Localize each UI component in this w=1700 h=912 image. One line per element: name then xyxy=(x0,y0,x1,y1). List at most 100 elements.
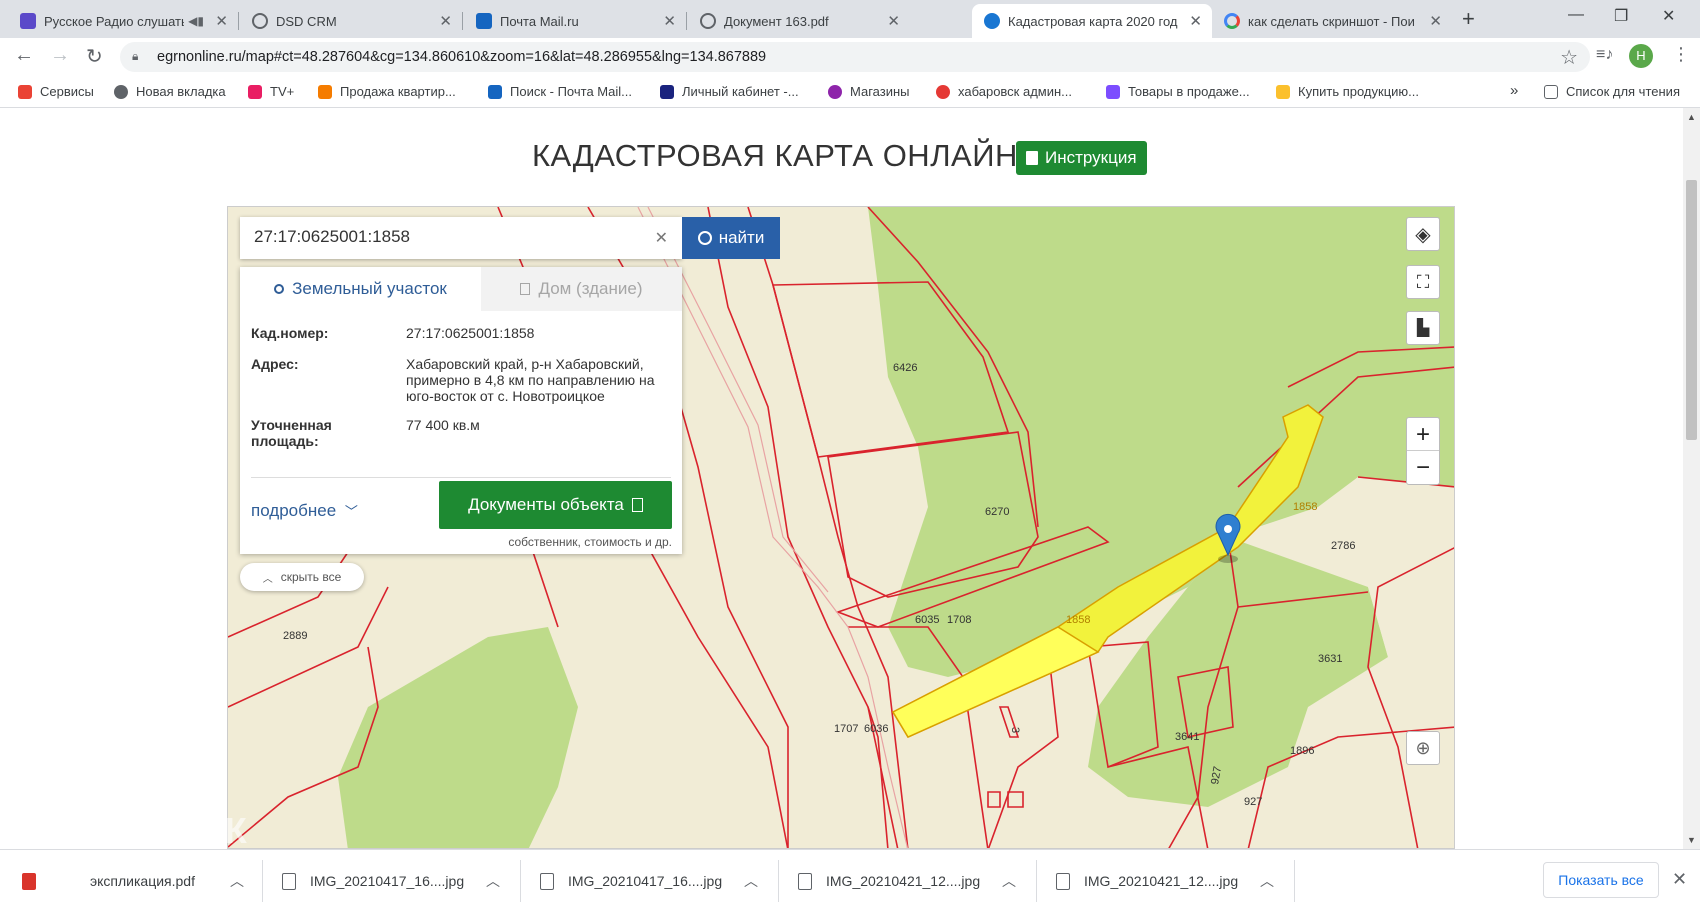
new-tab-button[interactable]: + xyxy=(1462,6,1475,32)
admin-icon xyxy=(936,84,950,99)
page-scrollbar[interactable]: ▲ ▼ xyxy=(1683,108,1700,849)
search-button-label: найти xyxy=(718,228,765,247)
minimize-button[interactable]: — xyxy=(1568,6,1584,24)
bookmark-goods[interactable]: Товары в продаже... xyxy=(1106,84,1250,99)
download-item[interactable]: IMG_20210421_12....jpg ︿ xyxy=(798,850,1038,912)
bookmark-shops[interactable]: Магазины xyxy=(828,84,910,99)
globe-icon xyxy=(114,84,128,99)
maximize-button[interactable]: ❐ xyxy=(1614,6,1628,26)
cadastral-search[interactable]: ✕ xyxy=(240,217,682,259)
bookmark-cabinet[interactable]: Личный кабинет -... xyxy=(660,84,799,99)
chevron-up-icon[interactable]: ︿ xyxy=(1260,871,1274,891)
close-downloads-icon[interactable]: ✕ xyxy=(1672,869,1687,890)
ruler-button[interactable]: ▙ xyxy=(1406,311,1440,345)
reload-icon[interactable]: ↻ xyxy=(86,44,103,69)
info-tabs: Земельный участок Дом (здание) xyxy=(240,267,682,311)
close-tab-icon[interactable]: ✕ xyxy=(1429,12,1442,30)
reading-list[interactable]: Список для чтения xyxy=(1544,84,1680,99)
tab-land-plot[interactable]: Земельный участок xyxy=(240,267,481,311)
browser-tab-pdf[interactable]: Документ 163.pdf ✕ xyxy=(688,4,910,38)
chevron-up-icon[interactable]: ︿ xyxy=(1002,871,1016,891)
chevron-up-icon[interactable]: ︿ xyxy=(230,871,244,891)
forward-icon[interactable]: → xyxy=(50,44,70,67)
close-window-button[interactable]: ✕ xyxy=(1662,6,1675,26)
chevron-up-icon[interactable]: ︿ xyxy=(744,871,758,891)
close-tab-icon[interactable]: ✕ xyxy=(887,12,900,30)
address-bar[interactable]: 🔒︎ egrnonline.ru/map#ct=48.287604&cg=134… xyxy=(120,42,1590,72)
buy-icon xyxy=(1276,84,1290,99)
bookmarks-overflow-icon[interactable]: » xyxy=(1510,82,1518,99)
browser-tab-mail[interactable]: Почта Mail.ru ✕ xyxy=(464,4,686,38)
download-item[interactable]: IMG_20210417_16....jpg ︿ xyxy=(282,850,522,912)
back-icon[interactable]: ← xyxy=(14,44,34,67)
browser-toolbar: ← → ↻ 🔒︎ egrnonline.ru/map#ct=48.287604&… xyxy=(0,38,1700,76)
bookmark-services[interactable]: Сервисы xyxy=(18,84,94,99)
divider xyxy=(251,477,671,478)
close-tab-icon[interactable]: ✕ xyxy=(1189,12,1202,30)
bookmark-label: Сервисы xyxy=(40,84,94,99)
chevron-up-icon[interactable]: ︿ xyxy=(486,871,500,891)
close-tab-icon[interactable]: ✕ xyxy=(663,12,676,30)
profile-avatar[interactable]: Н xyxy=(1629,44,1653,68)
bookmark-star-icon[interactable]: ☆ xyxy=(1560,45,1578,70)
downloads-bar: экспликация.pdf ︿ IMG_20210417_16....jpg… xyxy=(0,849,1700,911)
download-item[interactable]: IMG_20210421_12....jpg ︿ xyxy=(1056,850,1296,912)
image-file-icon xyxy=(540,872,554,890)
close-tab-icon[interactable]: ✕ xyxy=(439,12,452,30)
hide-all-label: скрыть все xyxy=(280,570,342,584)
bookmark-buy[interactable]: Купить продукцию... xyxy=(1276,84,1419,99)
parcel-label: 3641 xyxy=(1175,731,1199,743)
browser-tab-radio[interactable]: Русское Радио слушать ◀▮ ✕ xyxy=(8,4,238,38)
object-documents-button[interactable]: Документы объекта xyxy=(439,481,672,529)
cadastral-map[interactable]: 6426 6270 6035 1708 1858 1858 2786 3631 … xyxy=(227,206,1455,849)
cadastral-site-icon xyxy=(984,13,1000,29)
zoom-out-button[interactable]: − xyxy=(1407,451,1439,484)
fullscreen-button[interactable]: ⛶ xyxy=(1406,265,1440,299)
search-button[interactable]: найти xyxy=(682,217,780,259)
tab-separator xyxy=(686,12,687,30)
bookmark-new-tab[interactable]: Новая вкладка xyxy=(114,84,226,99)
bookmark-tv[interactable]: TV+ xyxy=(248,84,294,99)
bookmark-mail-search[interactable]: Поиск - Почта Mail... xyxy=(488,84,632,99)
audio-icon[interactable]: ◀▮ xyxy=(188,14,204,28)
tab-title: Документ 163.pdf xyxy=(724,13,829,29)
download-item[interactable]: экспликация.pdf ︿ xyxy=(22,850,262,912)
document-icon xyxy=(1026,151,1038,165)
scrollbar-thumb[interactable] xyxy=(1686,180,1697,440)
hide-all-button[interactable]: ︿ скрыть все xyxy=(240,563,364,591)
bookmark-label: Продажа квартир... xyxy=(340,84,456,99)
more-details-link[interactable]: подробнее ﹀ xyxy=(251,501,358,521)
tab-title: как сделать скриншот - Пои xyxy=(1248,13,1415,29)
tab-title: DSD CRM xyxy=(276,13,337,29)
parcel-label: 2786 xyxy=(1331,540,1355,552)
show-all-downloads-button[interactable]: Показать все xyxy=(1543,862,1659,898)
search-input[interactable] xyxy=(254,227,634,247)
menu-icon[interactable]: ⋮ xyxy=(1672,44,1690,65)
image-file-icon xyxy=(1056,872,1070,890)
search-icon xyxy=(697,231,712,245)
lock-icon[interactable]: 🔒︎ xyxy=(132,49,138,64)
zoom-in-button[interactable]: + xyxy=(1407,418,1439,451)
locate-button[interactable]: ⊕ xyxy=(1406,731,1440,765)
download-item[interactable]: IMG_20210417_16....jpg ︿ xyxy=(540,850,780,912)
tab-title: Русское Радио слушать xyxy=(44,13,184,29)
browser-tab-google[interactable]: как сделать скриншот - Пои ✕ xyxy=(1212,4,1452,38)
media-control-icon[interactable]: ≡♪ xyxy=(1596,46,1613,64)
scroll-down-icon[interactable]: ▼ xyxy=(1687,835,1696,845)
tab-building[interactable]: Дом (здание) xyxy=(481,267,682,311)
browser-tab-crm[interactable]: DSD CRM ✕ xyxy=(240,4,462,38)
scroll-up-icon[interactable]: ▲ xyxy=(1687,112,1696,122)
layers-button[interactable]: ◈ xyxy=(1406,217,1440,251)
browser-tab-cadastral[interactable]: Кадастровая карта 2020 год ✕ xyxy=(972,4,1212,38)
fullscreen-icon: ⛶ xyxy=(1416,271,1430,292)
apps-grid-icon xyxy=(18,84,32,99)
bookmark-apartments[interactable]: Продажа квартир... xyxy=(318,84,456,99)
bookmark-khabarovsk[interactable]: хабаровск админ... xyxy=(936,84,1072,99)
parcel-label: 1708 xyxy=(947,614,971,626)
url-text[interactable]: egrnonline.ru/map#ct=48.287604&cg=134.86… xyxy=(157,49,766,65)
clear-search-icon[interactable]: ✕ xyxy=(655,228,668,248)
instruction-button[interactable]: Инструкция xyxy=(1016,141,1147,175)
radio-icon xyxy=(20,13,36,29)
bookmarks-bar: Сервисы Новая вкладка TV+ Продажа кварти… xyxy=(0,76,1700,108)
close-tab-icon[interactable]: ✕ xyxy=(215,12,228,30)
